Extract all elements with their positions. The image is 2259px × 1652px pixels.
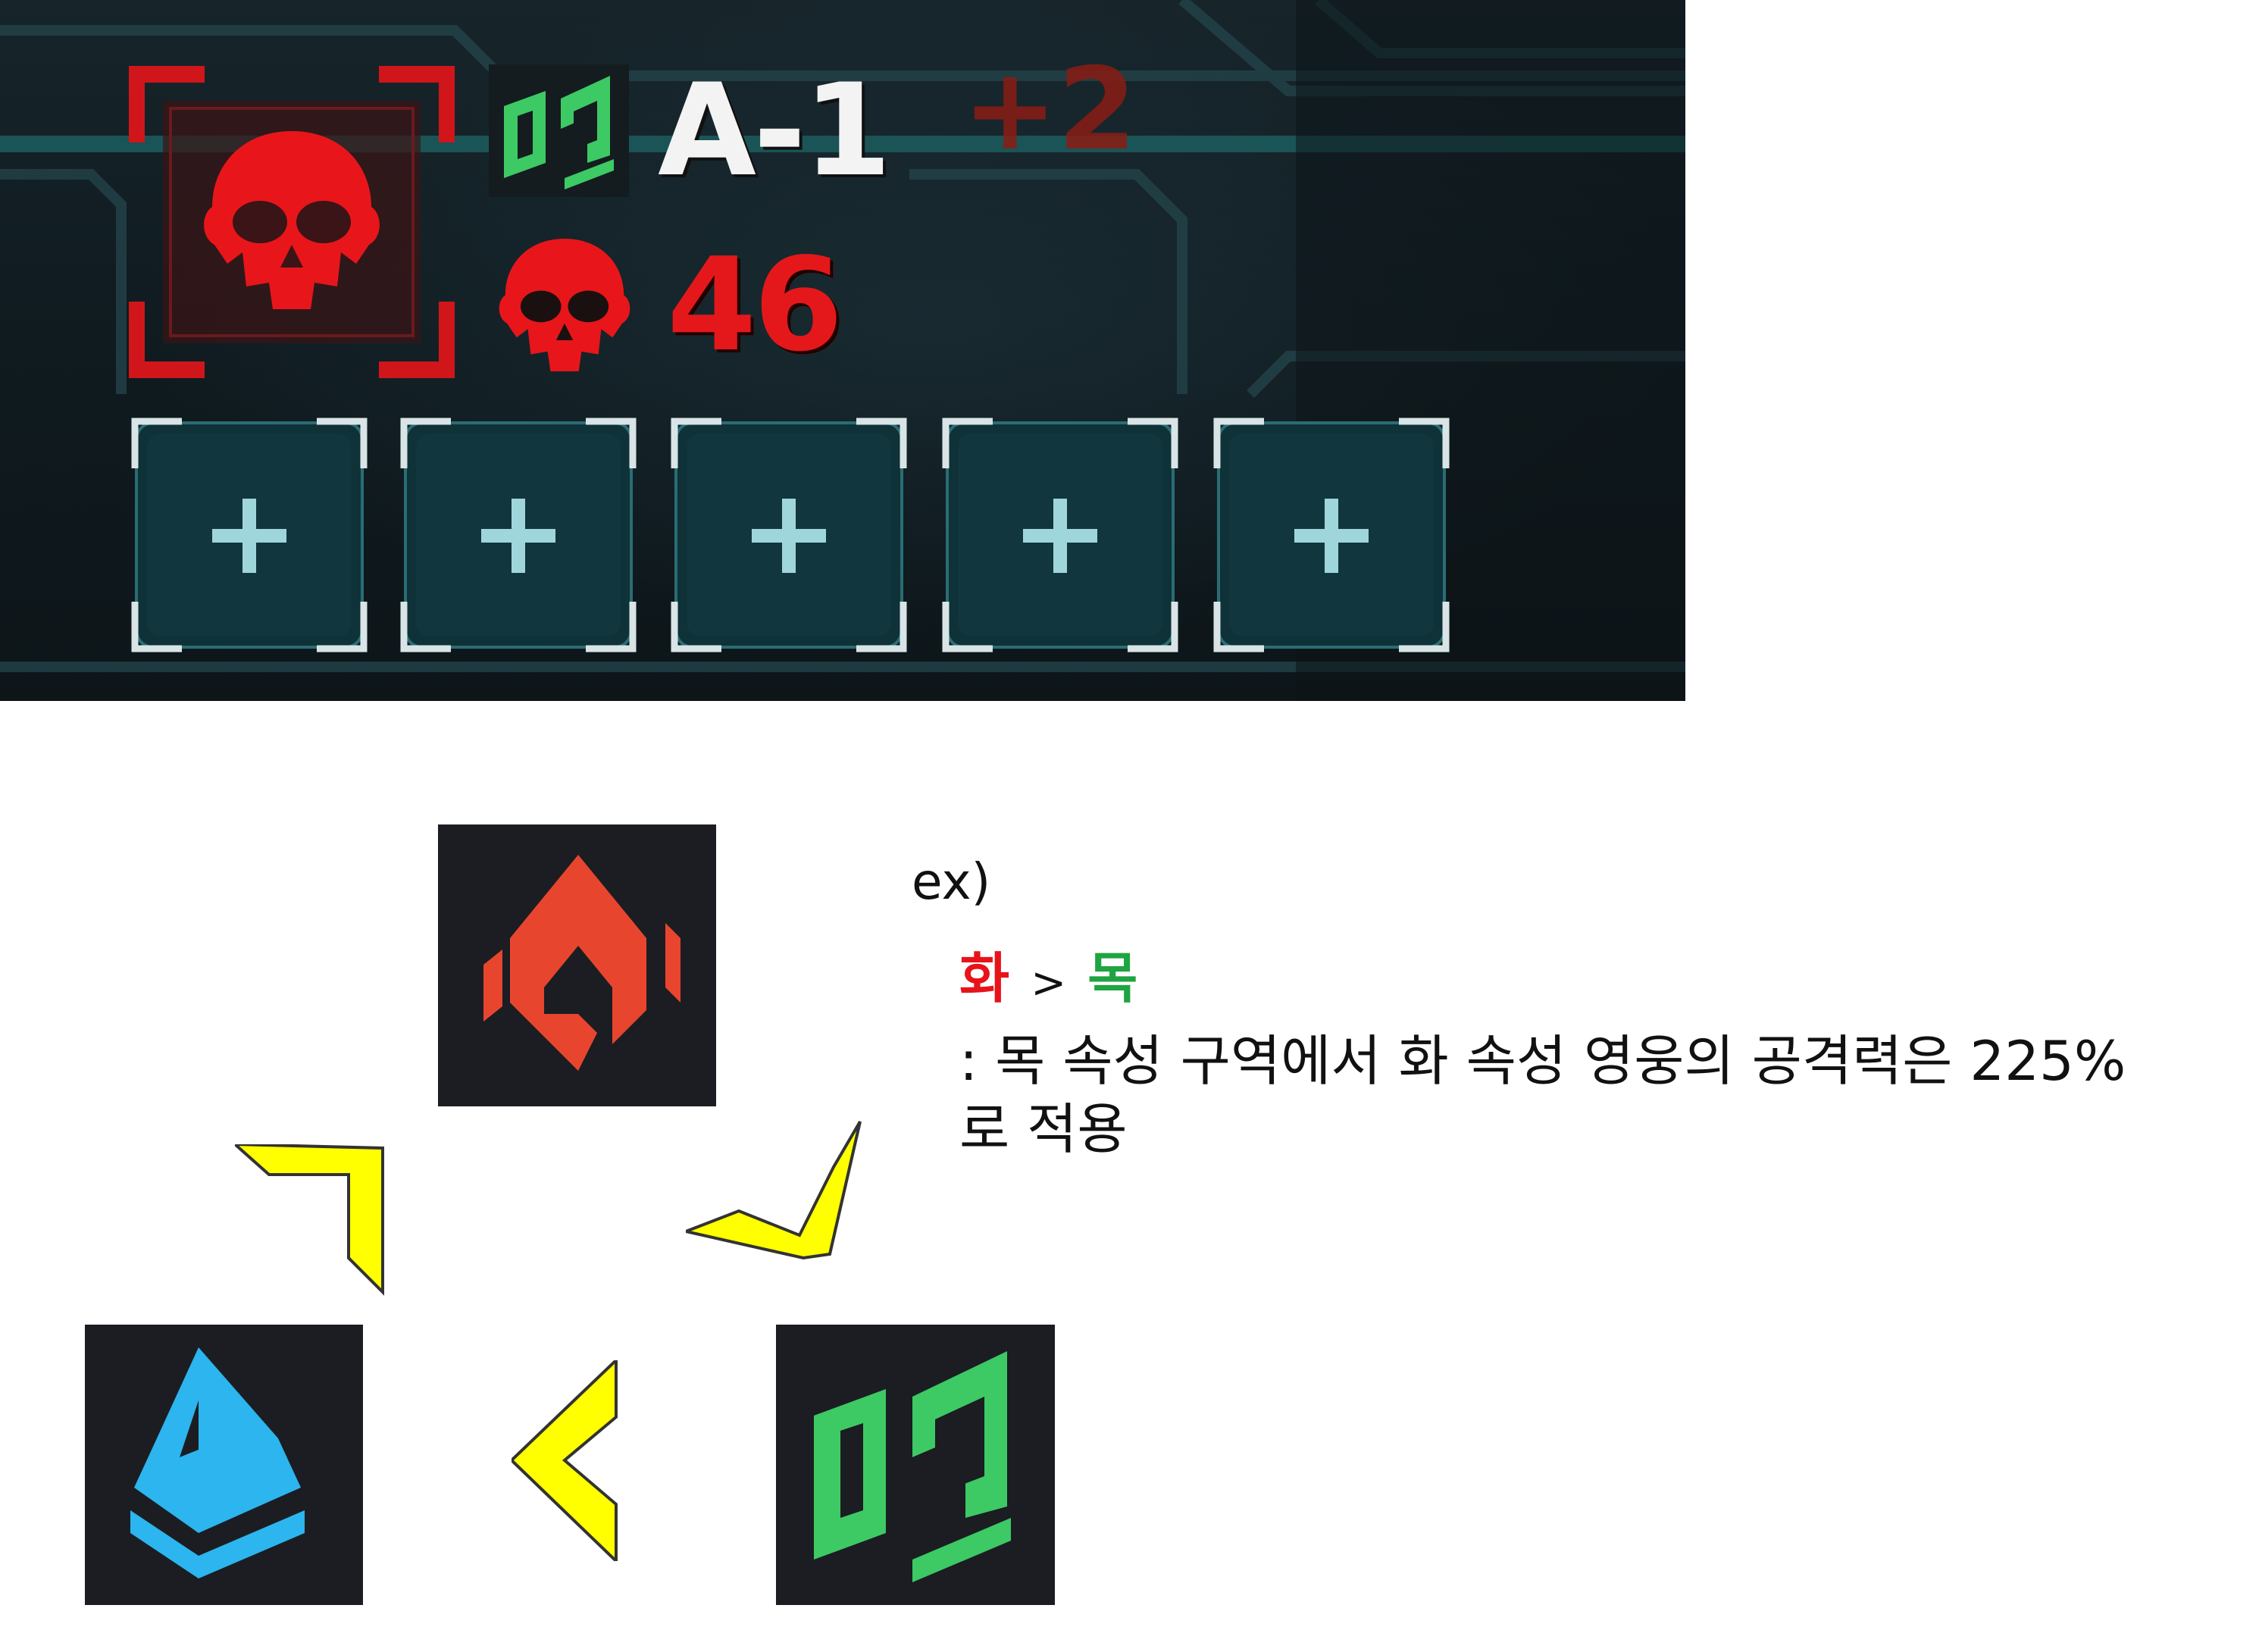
zone-element-badge xyxy=(489,64,629,197)
stage-label: A-1 xyxy=(658,56,892,205)
stage-info-panel: A-1 +2 46 xyxy=(0,0,1685,701)
hero-slot-3[interactable] xyxy=(668,415,909,655)
hero-slot-2[interactable] xyxy=(398,415,639,655)
example-description: : 목 속성 구역에서 화 속성 영웅의 공격력은 225%로 적용 xyxy=(959,1029,2126,1161)
element-relation: 화 > 목 xyxy=(959,951,1137,1006)
water-element-icon xyxy=(130,1347,305,1578)
arrow-water-to-fire-icon xyxy=(235,1144,384,1296)
greater-than-symbol: > xyxy=(1031,959,1067,1008)
arrow-fire-to-wood-icon xyxy=(686,1120,862,1260)
hero-slot-5[interactable] xyxy=(1211,415,1452,655)
hero-slot-4[interactable] xyxy=(940,415,1181,655)
water-element-tile xyxy=(85,1325,363,1605)
wood-element-icon xyxy=(814,1351,1011,1582)
wood-element-icon xyxy=(504,76,614,189)
bonus-indicator: +2 xyxy=(962,44,1137,176)
weak-element-label: 목 xyxy=(1087,946,1138,1010)
enemy-portrait[interactable] xyxy=(129,59,455,385)
arrow-wood-to-water-icon xyxy=(512,1360,618,1561)
hero-slot-1[interactable] xyxy=(129,415,370,655)
enemy-count: 46 xyxy=(667,230,843,380)
wood-element-tile xyxy=(776,1325,1055,1605)
strong-element-label: 화 xyxy=(959,946,1010,1010)
fire-element-tile xyxy=(438,824,716,1106)
enemy-count-skull-icon xyxy=(499,239,630,371)
fire-element-icon xyxy=(483,855,681,1071)
example-prefix: ex) xyxy=(912,853,991,911)
